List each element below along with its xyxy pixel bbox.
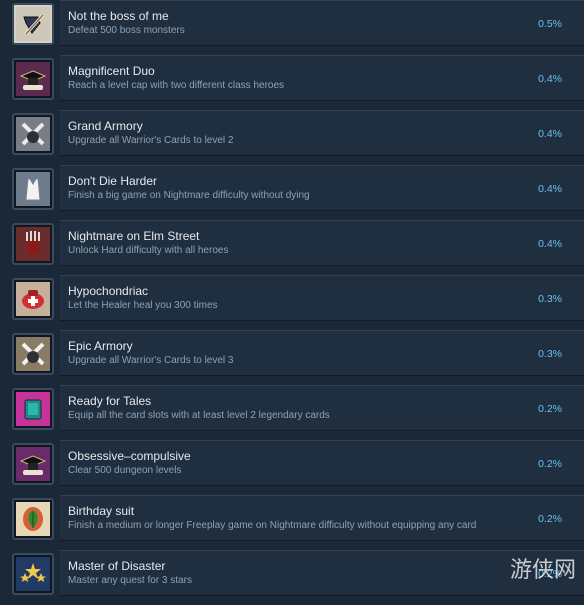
- achievement-panel: Epic Armory Upgrade all Warrior's Cards …: [60, 330, 584, 376]
- achievement-title: Master of Disaster: [68, 559, 166, 573]
- achievement-description: Master any quest for 3 stars: [68, 575, 192, 586]
- crossed-blades-icon: [12, 113, 54, 155]
- achievement-description: Let the Healer heal you 300 times: [68, 300, 218, 311]
- grad-cap-scroll-icon: [12, 443, 54, 485]
- medkit-icon: [12, 278, 54, 320]
- achievement-description: Finish a big game on Nightmare difficult…: [68, 190, 310, 201]
- achievement-percent: 0.4%: [538, 183, 562, 195]
- achievement-description: Reach a level cap with two different cla…: [68, 80, 285, 91]
- achievement-row[interactable]: Hypochondriac Let the Healer heal you 30…: [0, 275, 584, 330]
- achievement-title: Birthday suit: [68, 504, 135, 518]
- achievement-title: Nightmare on Elm Street: [68, 229, 200, 243]
- achievement-title: Grand Armory: [68, 119, 143, 133]
- achievement-panel: Not the boss of me Defeat 500 boss monst…: [60, 0, 584, 46]
- achievement-description: Finish a medium or longer Freeplay game …: [68, 520, 477, 531]
- achievement-title: Hypochondriac: [68, 284, 149, 298]
- achievement-title: Obsessive–compulsive: [68, 449, 191, 463]
- achievement-percent: 0.4%: [538, 128, 562, 140]
- achievement-percent: 0.4%: [538, 73, 562, 85]
- achievement-percent: 0.5%: [538, 18, 562, 30]
- achievement-percent: 0.4%: [538, 238, 562, 250]
- achievement-panel: Nightmare on Elm Street Unlock Hard diff…: [60, 220, 584, 266]
- achievement-panel: Ready for Tales Equip all the card slots…: [60, 385, 584, 431]
- achievement-description: Unlock Hard difficulty with all heroes: [68, 245, 229, 256]
- achievement-description: Upgrade all Warrior's Cards to level 3: [68, 355, 234, 366]
- achievement-percent: 0.3%: [538, 348, 562, 360]
- fig-leaf-icon: [12, 498, 54, 540]
- grad-cap-scroll-icon: [12, 58, 54, 100]
- achievement-description: Equip all the card slots with at least l…: [68, 410, 330, 421]
- tank-top-icon: [12, 168, 54, 210]
- achievement-panel: Hypochondriac Let the Healer heal you 30…: [60, 275, 584, 321]
- achievement-description: Defeat 500 boss monsters: [68, 25, 185, 36]
- achievement-description: Clear 500 dungeon levels: [68, 465, 182, 476]
- achievement-title: Don't Die Harder: [68, 174, 157, 188]
- achievement-percent: 0.2%: [538, 513, 562, 525]
- achievement-panel: Birthday suit Finish a medium or longer …: [60, 495, 584, 541]
- achievement-percent: 0.2%: [538, 458, 562, 470]
- achievement-row[interactable]: Not the boss of me Defeat 500 boss monst…: [0, 0, 584, 55]
- crossed-blades-icon: [12, 333, 54, 375]
- achievement-panel: Don't Die Harder Finish a big game on Ni…: [60, 165, 584, 211]
- achievement-panel: Grand Armory Upgrade all Warrior's Cards…: [60, 110, 584, 156]
- shield-sword-icon: [12, 3, 54, 45]
- achievement-row[interactable]: Magnificent Duo Reach a level cap with t…: [0, 55, 584, 110]
- achievement-title: Ready for Tales: [68, 394, 152, 408]
- achievement-title: Magnificent Duo: [68, 64, 155, 78]
- achievement-title: Epic Armory: [68, 339, 133, 353]
- achievement-row[interactable]: Grand Armory Upgrade all Warrior's Cards…: [0, 110, 584, 165]
- achievement-row[interactable]: Birthday suit Finish a medium or longer …: [0, 495, 584, 550]
- claw-glove-icon: [12, 223, 54, 265]
- achievement-row[interactable]: Epic Armory Upgrade all Warrior's Cards …: [0, 330, 584, 385]
- achievement-row[interactable]: Ready for Tales Equip all the card slots…: [0, 385, 584, 440]
- achievement-title: Not the boss of me: [68, 9, 169, 23]
- achievement-row[interactable]: Nightmare on Elm Street Unlock Hard diff…: [0, 220, 584, 275]
- achievement-panel: Magnificent Duo Reach a level cap with t…: [60, 55, 584, 101]
- stars-icon: [12, 553, 54, 595]
- achievement-row[interactable]: Don't Die Harder Finish a big game on Ni…: [0, 165, 584, 220]
- achievement-percent: 0.3%: [538, 293, 562, 305]
- achievement-panel: Obsessive–compulsive Clear 500 dungeon l…: [60, 440, 584, 486]
- achievement-list: Not the boss of me Defeat 500 boss monst…: [0, 0, 584, 599]
- card-icon: [12, 388, 54, 430]
- achievement-percent: 0.2%: [538, 403, 562, 415]
- achievement-description: Upgrade all Warrior's Cards to level 2: [68, 135, 234, 146]
- watermark-logo: 游侠网: [509, 558, 576, 583]
- achievement-row[interactable]: Obsessive–compulsive Clear 500 dungeon l…: [0, 440, 584, 495]
